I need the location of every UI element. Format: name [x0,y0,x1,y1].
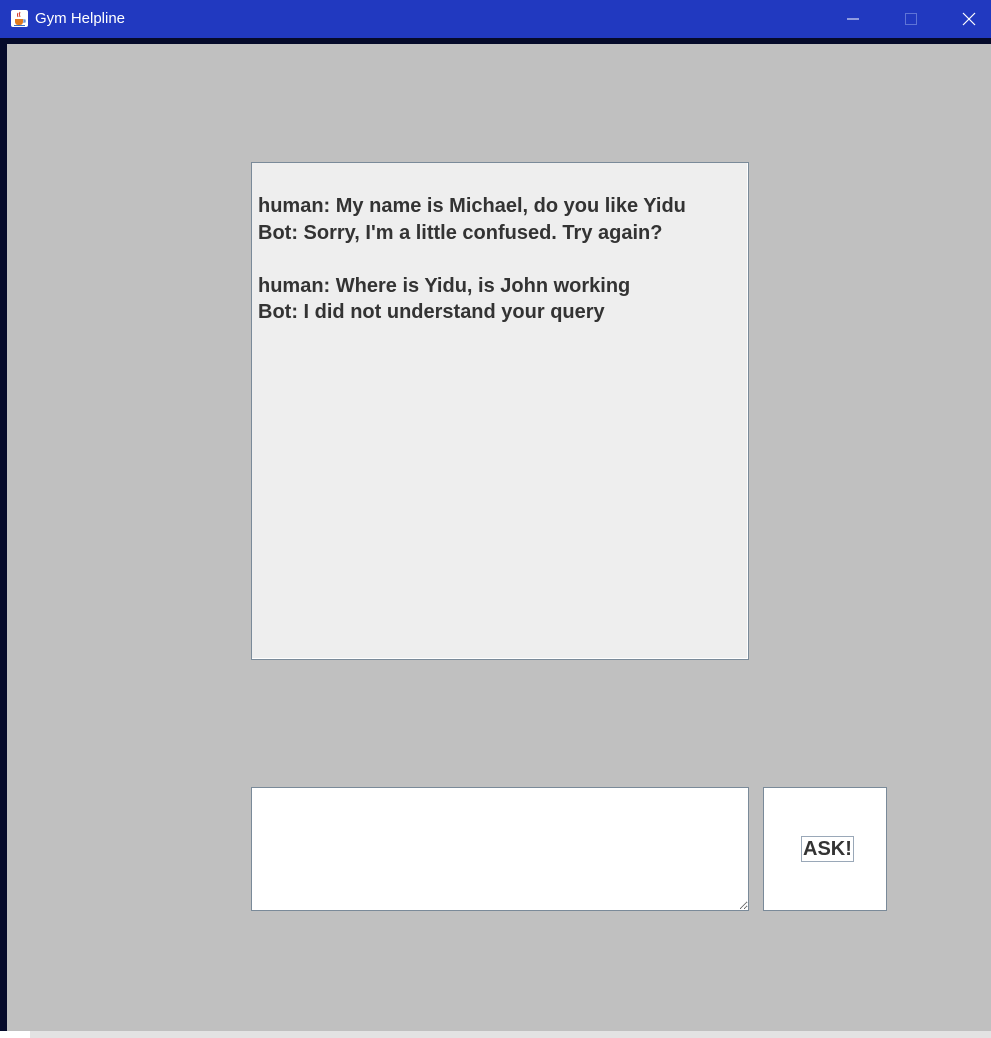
chat-line: Bot: I did not understand your query [258,301,605,323]
window-frame-left [0,38,7,1032]
chat-line: Bot: Sorry, I'm a little confused. Try a… [258,221,663,244]
chat-line: human: Where is Yidu, is John working [258,274,631,297]
chat-history-area[interactable]: human: My name is Michael, do you like Y… [251,162,749,660]
ask-button-label: ASK! [801,836,854,862]
title-bar[interactable]: Gym Helpline [0,0,991,38]
maximize-button[interactable] [882,0,940,38]
window-frame-bottom [30,1031,991,1038]
chat-line: human: My name is Michael, do you like Y… [258,195,686,217]
chat-line [258,246,738,273]
question-input[interactable] [251,787,749,911]
minimize-button[interactable] [824,0,882,38]
chat-transcript: human: My name is Michael, do you like Y… [258,193,738,326]
maximize-icon [905,13,917,25]
close-icon [962,12,976,26]
window-title: Gym Helpline [35,10,126,27]
window-frame-top [0,38,991,44]
ask-button[interactable]: ASK! [763,787,887,911]
close-button[interactable] [940,0,991,38]
window-frame-corner [0,1031,30,1038]
java-cup-icon [11,10,28,27]
minimize-icon [847,18,859,20]
